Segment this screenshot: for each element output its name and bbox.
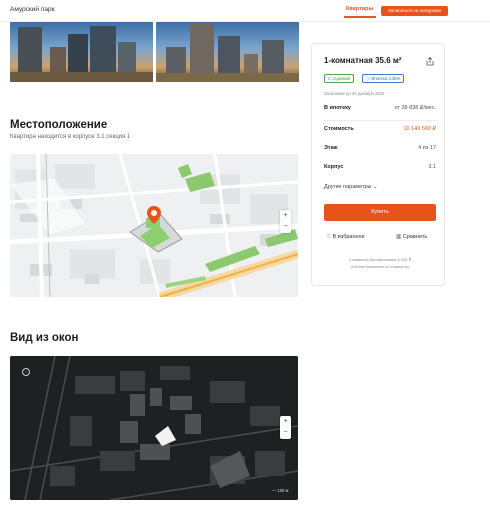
floor-row: Этаж 4 из 17 <box>324 145 436 155</box>
booking-note-line1: Стоимость бронирования 5 000 ₽ <box>348 257 412 262</box>
apartment-title: 1-комнатная 35.6 м² <box>324 56 402 65</box>
chevron-down-icon: ⌄ <box>373 184 378 190</box>
view-zoom-out-button[interactable]: − <box>280 427 291 438</box>
view-zoom-control: + − <box>280 416 291 439</box>
location-subtitle: Квартира находится в корпусе 3.1 секция … <box>10 134 131 140</box>
price-label: Стоимость <box>324 126 354 132</box>
location-title: Местоположение <box>10 119 108 131</box>
brand-label[interactable]: Амурский парк <box>10 6 54 13</box>
booking-note-line2: (Оплата включена в стоимость) <box>350 264 410 269</box>
location-zoom-control: + − <box>280 210 291 233</box>
location-map-graphic <box>10 154 298 297</box>
price-value: 10 149 560 ₽ <box>403 126 436 132</box>
view-3d-map[interactable]: ↑ + − — 100 м <box>10 356 298 500</box>
view-title: Вид из окон <box>10 332 79 344</box>
mortgage-badge: ⓘ Ипотека 3,35% <box>362 74 405 83</box>
booking-note: Стоимость бронирования 5 000 ₽ (Оплата в… <box>324 256 436 270</box>
compass-icon[interactable]: ↑ <box>22 368 30 376</box>
settlement-note: Заселение до 30 декабря 2022 <box>324 91 385 96</box>
compare-button[interactable]: ▥ Сравнить <box>396 234 427 240</box>
floor-label: Этаж <box>324 145 338 151</box>
mortgage-row: В ипотеку от 38 838 ₽/мес. <box>324 105 436 115</box>
divider <box>324 120 436 121</box>
mortgage-label: В ипотеку <box>324 105 351 111</box>
finish-badge: С отделкой <box>324 74 354 83</box>
favorite-label: В избранное <box>332 234 365 240</box>
building-label: Корпус <box>324 164 344 170</box>
favorite-button[interactable]: ♡ В избранное <box>326 234 365 240</box>
floor-value: 4 из 17 <box>418 145 436 151</box>
price-row: Стоимость 10 149 560 ₽ <box>324 126 436 136</box>
compare-icon: ▥ <box>396 234 402 240</box>
compare-label: Сравнить <box>402 234 428 240</box>
location-map[interactable]: + − <box>10 154 298 297</box>
share-icon[interactable] <box>426 57 434 66</box>
photo-1[interactable] <box>10 22 153 82</box>
map-scale: — 100 м <box>272 488 289 493</box>
view-3d-graphic <box>10 356 298 500</box>
heart-icon: ♡ <box>326 234 331 240</box>
location-pin-icon <box>147 206 161 224</box>
mortgage-badge-label: Ипотека 3,35% <box>371 76 401 81</box>
tour-signup-button[interactable]: Записаться на экскурсию <box>381 6 448 16</box>
photo-2[interactable] <box>156 22 299 82</box>
location-zoom-in-button[interactable]: + <box>280 210 291 221</box>
mortgage-value: от 38 838 ₽/мес. <box>394 105 436 111</box>
building-value: 3.1 <box>428 164 436 170</box>
more-params-label: Другие параметры <box>324 184 372 190</box>
view-zoom-in-button[interactable]: + <box>280 416 291 427</box>
map-scale-label: 100 м <box>277 488 289 493</box>
more-params-toggle[interactable]: Другие параметры ⌄ <box>324 184 378 190</box>
buy-button[interactable]: Купить <box>324 204 436 221</box>
location-zoom-out-button[interactable]: − <box>280 221 291 232</box>
apartment-card: 1-комнатная 35.6 м² С отделкой ⓘ Ипотека… <box>311 43 445 286</box>
building-row: Корпус 3.1 <box>324 164 436 174</box>
active-tab-indicator <box>344 16 376 18</box>
nav-flats-tab[interactable]: Квартиры <box>346 6 373 12</box>
